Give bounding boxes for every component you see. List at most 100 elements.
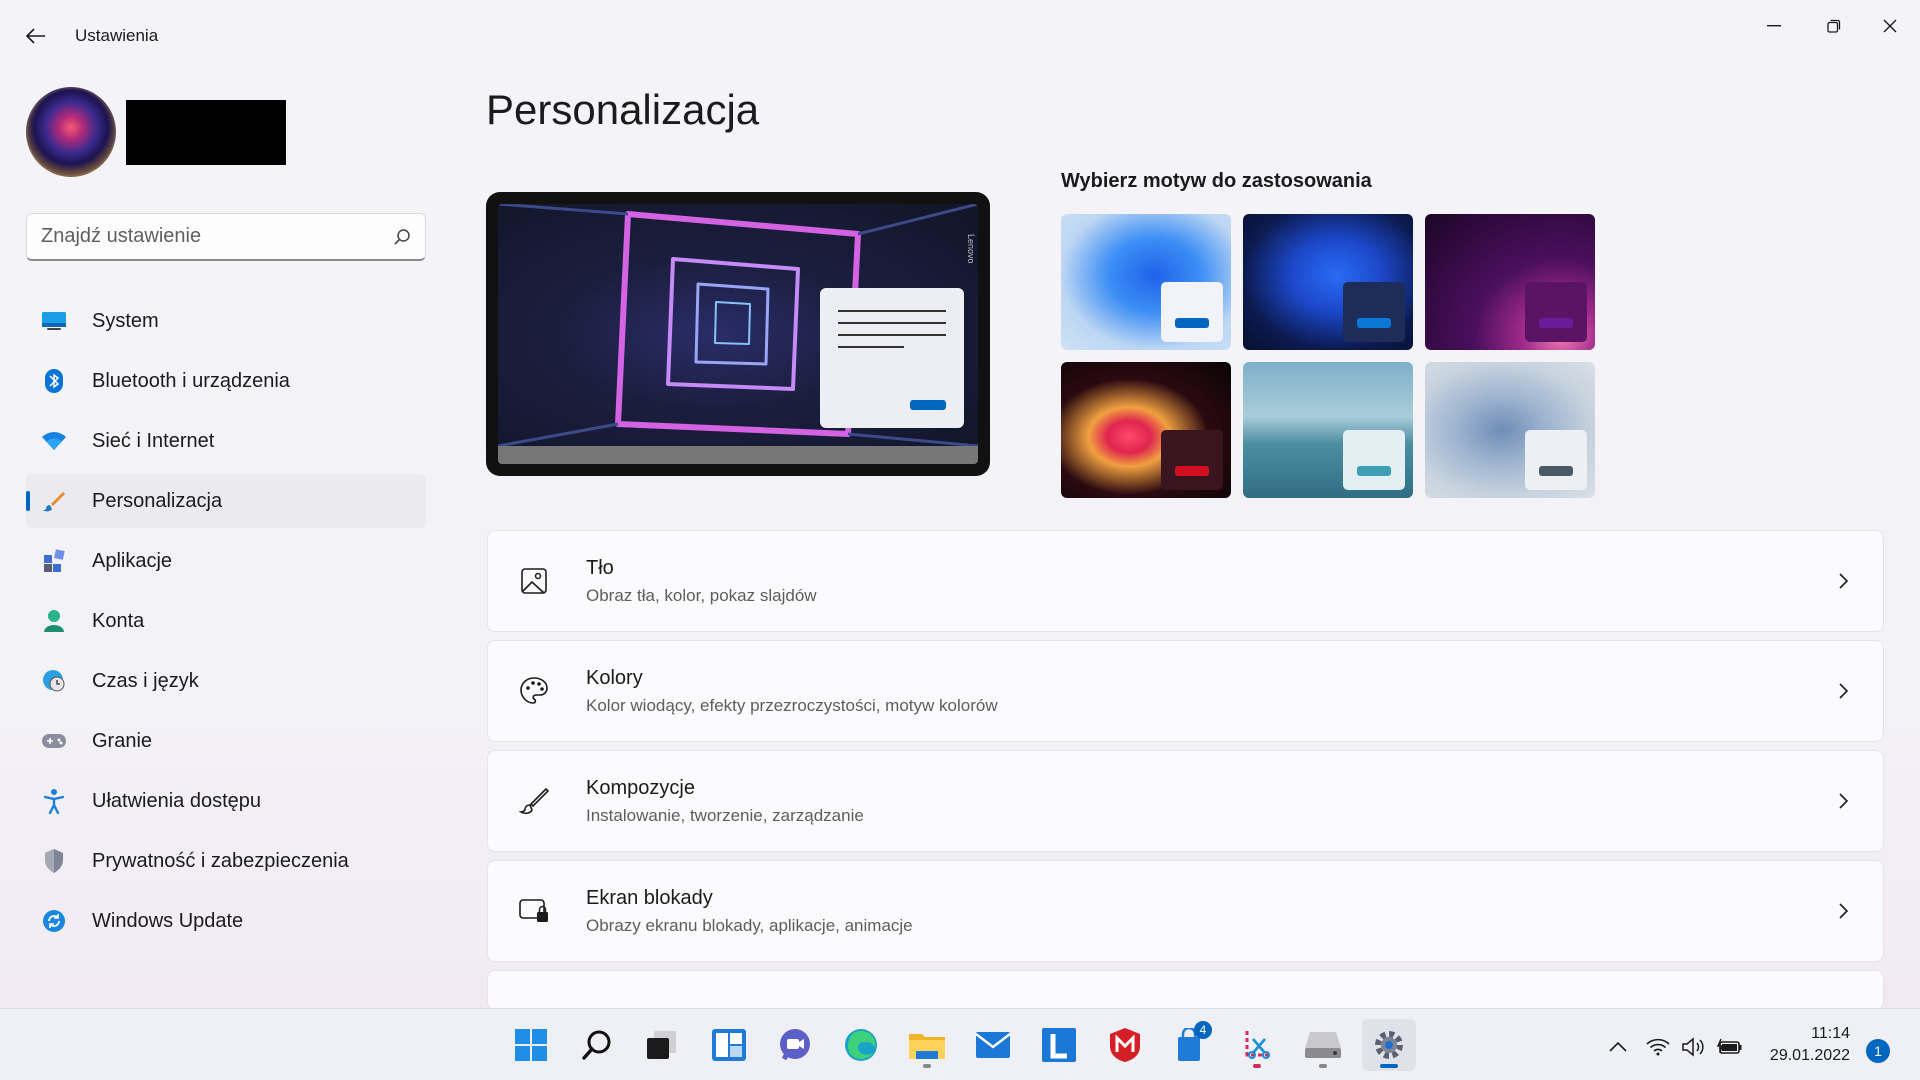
task-view-button[interactable] xyxy=(634,1019,688,1071)
task-view-icon xyxy=(647,1031,676,1059)
sidebar-item-apps[interactable]: Aplikacje xyxy=(26,534,426,588)
close-icon xyxy=(1883,19,1897,33)
card-subtitle: Kolor wiodący, efekty przezroczystości, … xyxy=(586,695,998,715)
sidebar-item-label: Ułatwienia dostępu xyxy=(92,789,261,812)
theme-glow[interactable] xyxy=(1425,214,1595,350)
mcafee-button[interactable] xyxy=(1098,1019,1152,1071)
card-title: Ekran blokady xyxy=(586,886,713,909)
store-badge: 4 xyxy=(1194,1021,1212,1039)
card-colors[interactable]: Kolory Kolor wiodący, efekty przezroczys… xyxy=(487,640,1884,742)
minimize-icon xyxy=(1767,25,1781,27)
sidebar-item-gaming[interactable]: Granie xyxy=(26,714,426,768)
sidebar-item-label: Prywatność i zabezpieczenia xyxy=(92,849,349,872)
sidebar-item-bluetooth[interactable]: Bluetooth i urządzenia xyxy=(26,354,426,408)
update-icon xyxy=(40,907,68,935)
notification-badge[interactable]: 1 xyxy=(1866,1039,1890,1063)
sidebar-item-label: Windows Update xyxy=(92,909,244,932)
theme-windows-dark[interactable] xyxy=(1243,214,1413,350)
teams-chat-button[interactable] xyxy=(768,1019,822,1071)
sidebar-item-label: Sieć i Internet xyxy=(92,429,215,452)
card-subtitle: Obraz tła, kolor, pokaz slajdów xyxy=(586,585,817,605)
palette-icon xyxy=(516,673,552,709)
store-button[interactable]: 4 xyxy=(1164,1019,1218,1071)
clock[interactable]: 11:14 29.01.2022 xyxy=(1770,1023,1850,1067)
theme-captured-motion[interactable] xyxy=(1061,362,1231,498)
app-title: Ustawienia xyxy=(75,26,159,45)
chevron-right-icon xyxy=(1831,789,1855,813)
card-lock-screen[interactable]: Ekran blokady Obrazy ekranu blokady, apl… xyxy=(487,860,1884,962)
sidebar-item-label: Czas i język xyxy=(92,669,199,692)
chevron-right-icon xyxy=(1831,679,1855,703)
wifi-icon xyxy=(40,427,68,455)
battery-charging-icon xyxy=(1717,1038,1742,1054)
mail-icon xyxy=(975,1032,1011,1058)
folder-icon xyxy=(909,1034,945,1059)
minimize-button[interactable] xyxy=(1748,8,1800,44)
settings-taskbar-button[interactable] xyxy=(1362,1019,1416,1071)
settings-cards: Tło Obraz tła, kolor, pokaz slajdów Kolo… xyxy=(487,530,1884,1008)
gear-icon xyxy=(1375,1031,1403,1059)
restore-button[interactable] xyxy=(1808,8,1860,44)
card-themes[interactable]: Kompozycje Instalowanie, tworzenie, zarz… xyxy=(487,750,1884,852)
sidebar-item-privacy[interactable]: Prywatność i zabezpieczenia xyxy=(26,834,426,888)
title-bar: Ustawienia xyxy=(0,0,1920,72)
themes-title: Wybierz motyw do zastosowania xyxy=(1061,170,1372,192)
battery-tray-button[interactable] xyxy=(1717,1035,1743,1059)
globe-clock-icon xyxy=(40,667,68,695)
speaker-icon xyxy=(1682,1037,1704,1057)
sidebar-item-accounts[interactable]: Konta xyxy=(26,594,426,648)
snipping-tool-button[interactable] xyxy=(1230,1019,1284,1071)
sidebar-item-label: Granie xyxy=(92,729,153,752)
clock-time: 11:14 xyxy=(1811,1025,1850,1042)
card-touch-keyboard-partial[interactable] xyxy=(487,970,1884,1008)
mail-button[interactable] xyxy=(966,1019,1020,1071)
theme-sunrise[interactable] xyxy=(1243,362,1413,498)
start-button[interactable] xyxy=(504,1019,558,1071)
search-icon[interactable] xyxy=(393,228,411,246)
sidebar-item-accessibility[interactable]: Ułatwienia dostępu xyxy=(26,774,426,828)
disk-app-button[interactable] xyxy=(1296,1019,1350,1071)
card-title: Tło xyxy=(586,556,614,579)
network-tray-button[interactable] xyxy=(1645,1035,1671,1059)
chevron-up-icon xyxy=(1609,1042,1627,1052)
search-box[interactable] xyxy=(26,213,426,261)
apps-icon xyxy=(40,547,68,575)
volume-tray-button[interactable] xyxy=(1680,1035,1706,1059)
restore-icon xyxy=(1827,19,1841,33)
brush-icon xyxy=(516,783,552,819)
sidebar-item-windows-update[interactable]: Windows Update xyxy=(26,894,426,948)
mcafee-shield-icon xyxy=(1110,1028,1140,1062)
card-background[interactable]: Tło Obraz tła, kolor, pokaz slajdów xyxy=(487,530,1884,632)
theme-flow[interactable] xyxy=(1425,362,1595,498)
clock-date: 29.01.2022 xyxy=(1769,1047,1850,1064)
edge-browser-icon xyxy=(845,1029,877,1061)
sidebar-item-system[interactable]: System xyxy=(26,294,426,348)
preview-brand: Lenovo xyxy=(966,234,976,264)
back-button[interactable] xyxy=(18,18,54,54)
sidebar-item-network[interactable]: Sieć i Internet xyxy=(26,414,426,468)
widgets-button[interactable] xyxy=(702,1019,756,1071)
chevron-right-icon xyxy=(1831,899,1855,923)
close-button[interactable] xyxy=(1864,8,1916,44)
lenovo-app-button[interactable] xyxy=(1032,1019,1086,1071)
search-icon xyxy=(582,1030,611,1060)
person-icon xyxy=(40,607,68,635)
theme-windows-light[interactable] xyxy=(1061,214,1231,350)
wifi-icon xyxy=(1646,1038,1670,1056)
accessibility-icon xyxy=(40,787,68,815)
sidebar-item-time-language[interactable]: Czas i język xyxy=(26,654,426,708)
bluetooth-icon xyxy=(40,367,68,395)
edge-button[interactable] xyxy=(834,1019,888,1071)
card-title: Kolory xyxy=(586,666,643,689)
sidebar-item-label: System xyxy=(92,309,159,332)
lenovo-l-icon xyxy=(1042,1028,1076,1062)
sidebar-nav: System Bluetooth i urządzenia Sieć i Int… xyxy=(26,294,426,954)
snipping-tool-icon xyxy=(1245,1031,1271,1059)
card-subtitle: Instalowanie, tworzenie, zarządzanie xyxy=(586,805,864,825)
search-input[interactable] xyxy=(41,225,393,248)
sidebar-item-personalization[interactable]: Personalizacja xyxy=(26,474,426,528)
file-explorer-button[interactable] xyxy=(900,1019,954,1071)
avatar[interactable] xyxy=(26,87,116,177)
taskbar-search-button[interactable] xyxy=(570,1019,624,1071)
show-hidden-icons-button[interactable] xyxy=(1605,1035,1631,1059)
